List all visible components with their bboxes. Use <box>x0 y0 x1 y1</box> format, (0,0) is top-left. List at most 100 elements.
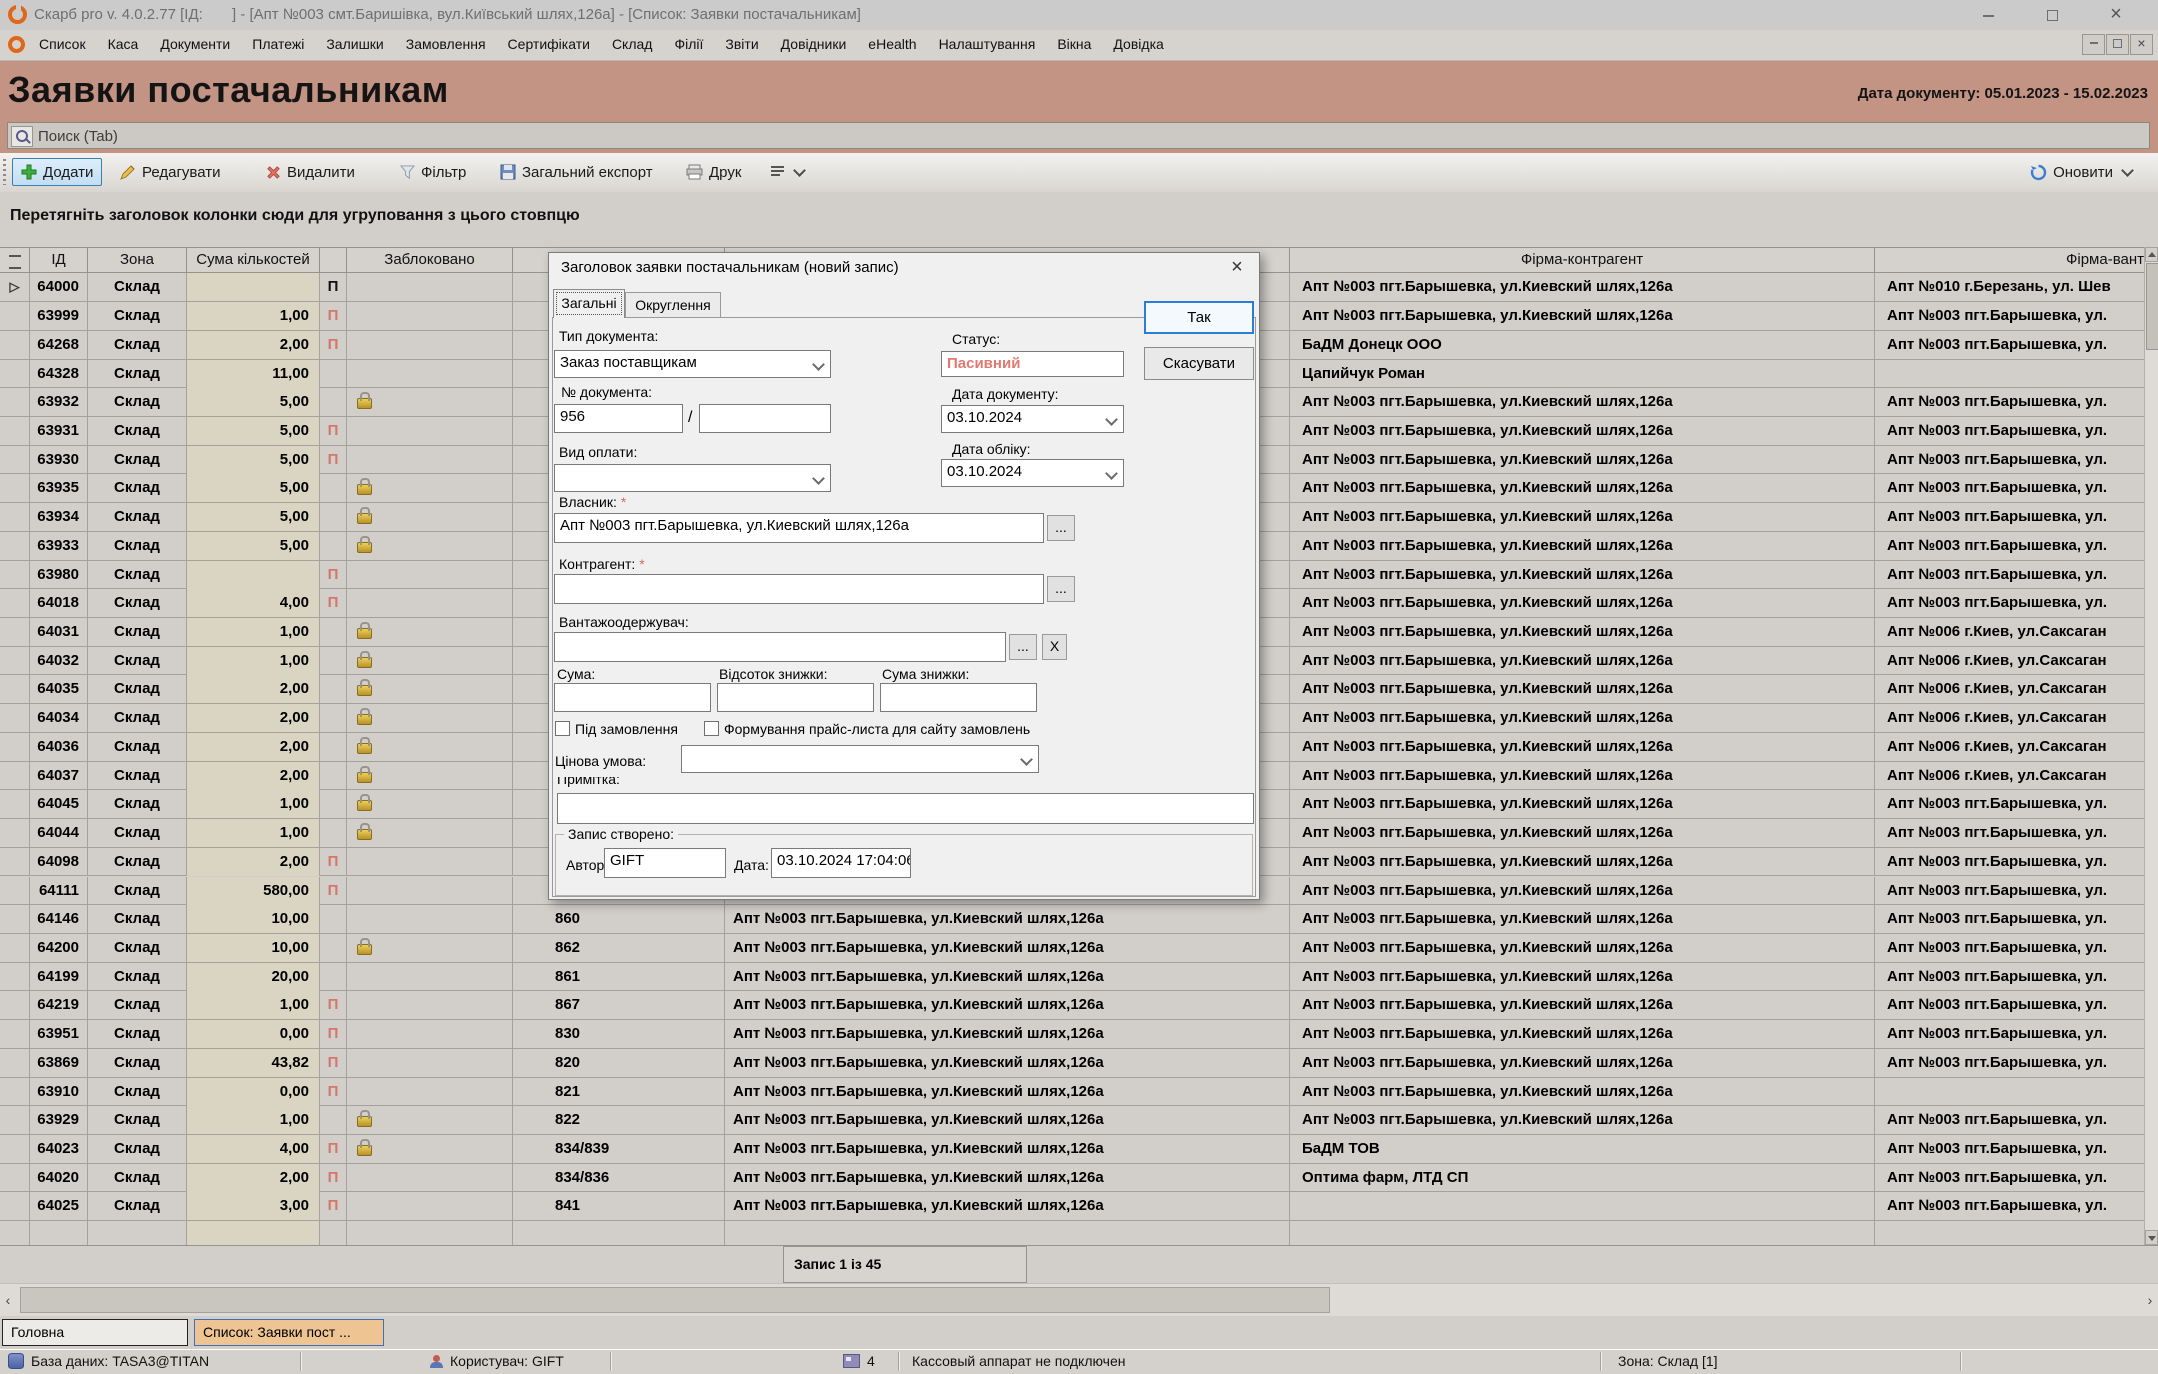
vertical-scrollbar[interactable] <box>2144 247 2158 1245</box>
consignee-browse-button[interactable]: ... <box>1009 634 1037 660</box>
note-input[interactable] <box>557 793 1254 824</box>
table-row[interactable] <box>0 1221 2144 1245</box>
menu-item-12[interactable]: eHealth <box>857 30 927 52</box>
header-contractor-firm[interactable]: Фірма-контрагент <box>1290 248 1875 272</box>
restore-button[interactable] <box>2022 0 2082 29</box>
table-row[interactable]: 64199Склад20,00861Апт №003 пгт.Барышевка… <box>0 963 2144 992</box>
dialog-tab-general[interactable]: Загальні <box>553 289 625 318</box>
header-qty[interactable]: Сума кількостей <box>187 248 320 272</box>
child-restore-button[interactable] <box>2106 34 2129 55</box>
discount-percent-input[interactable] <box>717 683 874 712</box>
lock-icon <box>357 714 372 725</box>
cell-owner-firm: Апт №003 пгт.Барышевка, ул.Киевский шлях… <box>725 1135 1290 1163</box>
contractor-browse-button[interactable]: ... <box>1047 576 1075 602</box>
minimize-button[interactable] <box>1958 0 2018 29</box>
header-p[interactable] <box>320 248 347 272</box>
lock-icon <box>357 513 372 524</box>
row-indicator <box>0 1192 30 1220</box>
payment-type-combo[interactable] <box>554 464 831 492</box>
menu-item-1[interactable]: Список <box>28 30 97 52</box>
doc-number-input[interactable]: 956 <box>554 404 683 433</box>
horizontal-scrollbar[interactable]: ‹ › <box>0 1283 2158 1317</box>
menu-item-10[interactable]: Звіти <box>714 30 769 52</box>
tab-home[interactable]: Головна <box>2 1319 188 1346</box>
doc-number-suffix-input[interactable] <box>699 404 831 433</box>
account-date-picker[interactable]: 03.10.2024 <box>941 459 1124 487</box>
cell-p-flag <box>320 1106 347 1134</box>
ok-button[interactable]: Так <box>1144 301 1254 334</box>
header-zone[interactable]: Зона <box>88 248 187 272</box>
header-id[interactable]: ІД <box>30 248 88 272</box>
menu-item-13[interactable]: Налаштування <box>928 30 1047 52</box>
menu-item-5[interactable]: Залишки <box>315 30 394 52</box>
table-row[interactable]: 64200Склад10,00862Апт №003 пгт.Барышевка… <box>0 934 2144 963</box>
table-row[interactable]: 64020Склад2,00П834/836Апт №003 пгт.Барыш… <box>0 1164 2144 1193</box>
scroll-left-button[interactable]: ‹ <box>0 1287 16 1313</box>
header-indicator[interactable] <box>0 248 30 272</box>
table-row[interactable]: 63951Склад0,00П830Апт №003 пгт.Барышевка… <box>0 1020 2144 1049</box>
tab-suppliers-list[interactable]: Список: Заявки пост ... <box>194 1319 384 1346</box>
menu-item-7[interactable]: Сертифікати <box>497 30 601 52</box>
menu-item-3[interactable]: Документи <box>149 30 241 52</box>
scroll-down-button[interactable] <box>2145 1230 2158 1245</box>
scroll-right-button[interactable]: › <box>2142 1287 2158 1313</box>
menu-item-9[interactable]: Філії <box>663 30 714 52</box>
header-consignee-firm[interactable]: Фірма-вант <box>1875 248 2144 272</box>
consignee-clear-button[interactable]: X <box>1042 634 1067 660</box>
table-row[interactable]: 63929Склад1,00822Апт №003 пгт.Барышевка,… <box>0 1106 2144 1135</box>
doc-type-label: Тип документа: <box>559 328 658 344</box>
child-close-button[interactable]: × <box>2130 34 2153 55</box>
contractor-field[interactable] <box>554 574 1044 604</box>
menu-item-11[interactable]: Довідники <box>770 30 858 52</box>
export-button[interactable]: Загальний експорт <box>492 158 661 186</box>
row-indicator: ▷ <box>0 273 30 301</box>
table-row[interactable]: 63910Склад0,00П821Апт №003 пгт.Барышевка… <box>0 1078 2144 1107</box>
doc-type-combo[interactable]: Заказ поставщикам <box>554 350 831 378</box>
horizontal-scroll-thumb[interactable] <box>20 1287 1330 1313</box>
plus-icon <box>21 164 37 180</box>
header-blocked[interactable]: Заблоковано <box>347 248 513 272</box>
dialog-close-icon[interactable]: × <box>1225 256 1249 279</box>
consignee-field[interactable] <box>554 632 1006 662</box>
cell-consignee-firm: Апт №003 пгт.Барышевка, ул. <box>1875 532 2144 560</box>
menu-item-4[interactable]: Платежі <box>241 30 315 52</box>
price-condition-combo[interactable] <box>681 745 1039 773</box>
cancel-button[interactable]: Скасувати <box>1144 347 1254 380</box>
menu-item-2[interactable]: Каса <box>97 30 150 52</box>
cell-id: 63980 <box>30 561 88 589</box>
owner-field[interactable]: Апт №003 пгт.Барышевка, ул.Киевский шлях… <box>554 513 1044 543</box>
table-row[interactable]: 64025Склад3,00П841Апт №003 пгт.Барышевка… <box>0 1192 2144 1221</box>
add-button[interactable]: Додати <box>12 158 102 186</box>
cell-contractor-firm: Апт №003 пгт.Барышевка, ул.Киевский шлях… <box>1290 675 1875 703</box>
search-input[interactable]: Поиск (Tab) <box>7 122 2150 149</box>
menu-item-6[interactable]: Замовлення <box>395 30 497 52</box>
delete-button[interactable]: Видалити <box>258 158 363 186</box>
toolbar-grip[interactable] <box>3 159 6 185</box>
under-order-checkbox[interactable] <box>555 721 570 736</box>
refresh-button[interactable]: Оновити <box>2022 158 2140 186</box>
view-options-button[interactable] <box>762 158 812 186</box>
table-row[interactable]: 64219Склад1,00П867Апт №003 пгт.Барышевка… <box>0 991 2144 1020</box>
discount-sum-input[interactable] <box>880 683 1037 712</box>
cell-contractor-firm: БаДМ Донецк ООО <box>1290 331 1875 359</box>
close-button[interactable]: × <box>2086 0 2146 29</box>
owner-browse-button[interactable]: ... <box>1047 515 1075 541</box>
print-button[interactable]: Друк <box>678 158 749 186</box>
scroll-up-button[interactable] <box>2145 247 2158 262</box>
filter-button[interactable]: Фільтр <box>392 158 474 186</box>
menu-item-15[interactable]: Довідка <box>1102 30 1174 52</box>
sum-input[interactable] <box>554 683 711 712</box>
dialog-titlebar[interactable]: Заголовок заявки постачальникам (новий з… <box>549 253 1259 283</box>
vertical-scroll-thumb[interactable] <box>2146 263 2158 350</box>
menu-item-14[interactable]: Вікна <box>1046 30 1102 52</box>
edit-button[interactable]: Редагувати <box>112 158 229 186</box>
child-minimize-button[interactable] <box>2082 34 2105 55</box>
pricelist-checkbox[interactable] <box>704 721 719 736</box>
table-row[interactable]: 64146Склад10,00860Апт №003 пгт.Барышевка… <box>0 905 2144 934</box>
menu-item-8[interactable]: Склад <box>601 30 664 52</box>
table-row[interactable]: 64023Склад4,00П834/839Апт №003 пгт.Барыш… <box>0 1135 2144 1164</box>
doc-date-picker[interactable]: 03.10.2024 <box>941 405 1124 433</box>
cell-consignee-firm: Апт №010 г.Березань, ул. Шев <box>1875 273 2144 301</box>
table-row[interactable]: 63869Склад43,82П820Апт №003 пгт.Барышевк… <box>0 1049 2144 1078</box>
dialog-tab-rounding[interactable]: Округлення <box>625 292 721 318</box>
